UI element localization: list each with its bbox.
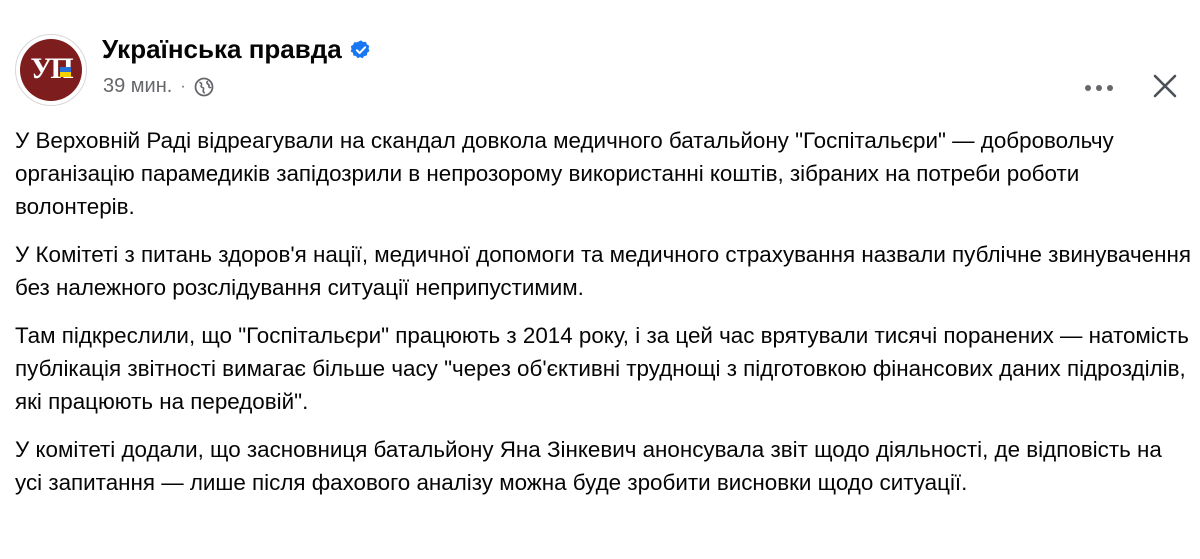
post-paragraph: У комітеті додали, що засновниця батальй… [15, 437, 1162, 495]
page-name[interactable]: Українська правда [102, 34, 372, 65]
ukraine-flag-icon [60, 67, 71, 77]
avatar-logo-circle: УП [20, 39, 82, 101]
post-body: У Верховній Раді відреагували на скандал… [15, 124, 1195, 514]
post-header: УП Українська правда 39 мин. · [15, 26, 1185, 106]
close-icon [1153, 74, 1177, 98]
page-name-label[interactable]: Українська правда [102, 34, 342, 65]
post-paragraph: У Комітеті з питань здоров'я нації, меди… [15, 242, 1191, 300]
facebook-post: УП Українська правда 39 мин. · У Верховн… [0, 0, 1200, 559]
more-options-button[interactable] [1081, 70, 1117, 106]
globe-icon[interactable] [194, 77, 214, 97]
more-horizontal-icon [1085, 85, 1113, 91]
post-timestamp[interactable]: 39 мин. [103, 75, 172, 98]
post-paragraph: У Верховній Раді відреагували на скандал… [15, 128, 1114, 219]
meta-separator: · [180, 77, 186, 95]
verified-badge-icon [350, 39, 370, 58]
post-paragraph: Там підкреслили, що "Госпітальєри" працю… [15, 323, 1189, 414]
page-avatar[interactable]: УП [15, 34, 87, 106]
close-button[interactable] [1145, 66, 1185, 106]
post-meta: 39 мин. · [103, 75, 214, 98]
